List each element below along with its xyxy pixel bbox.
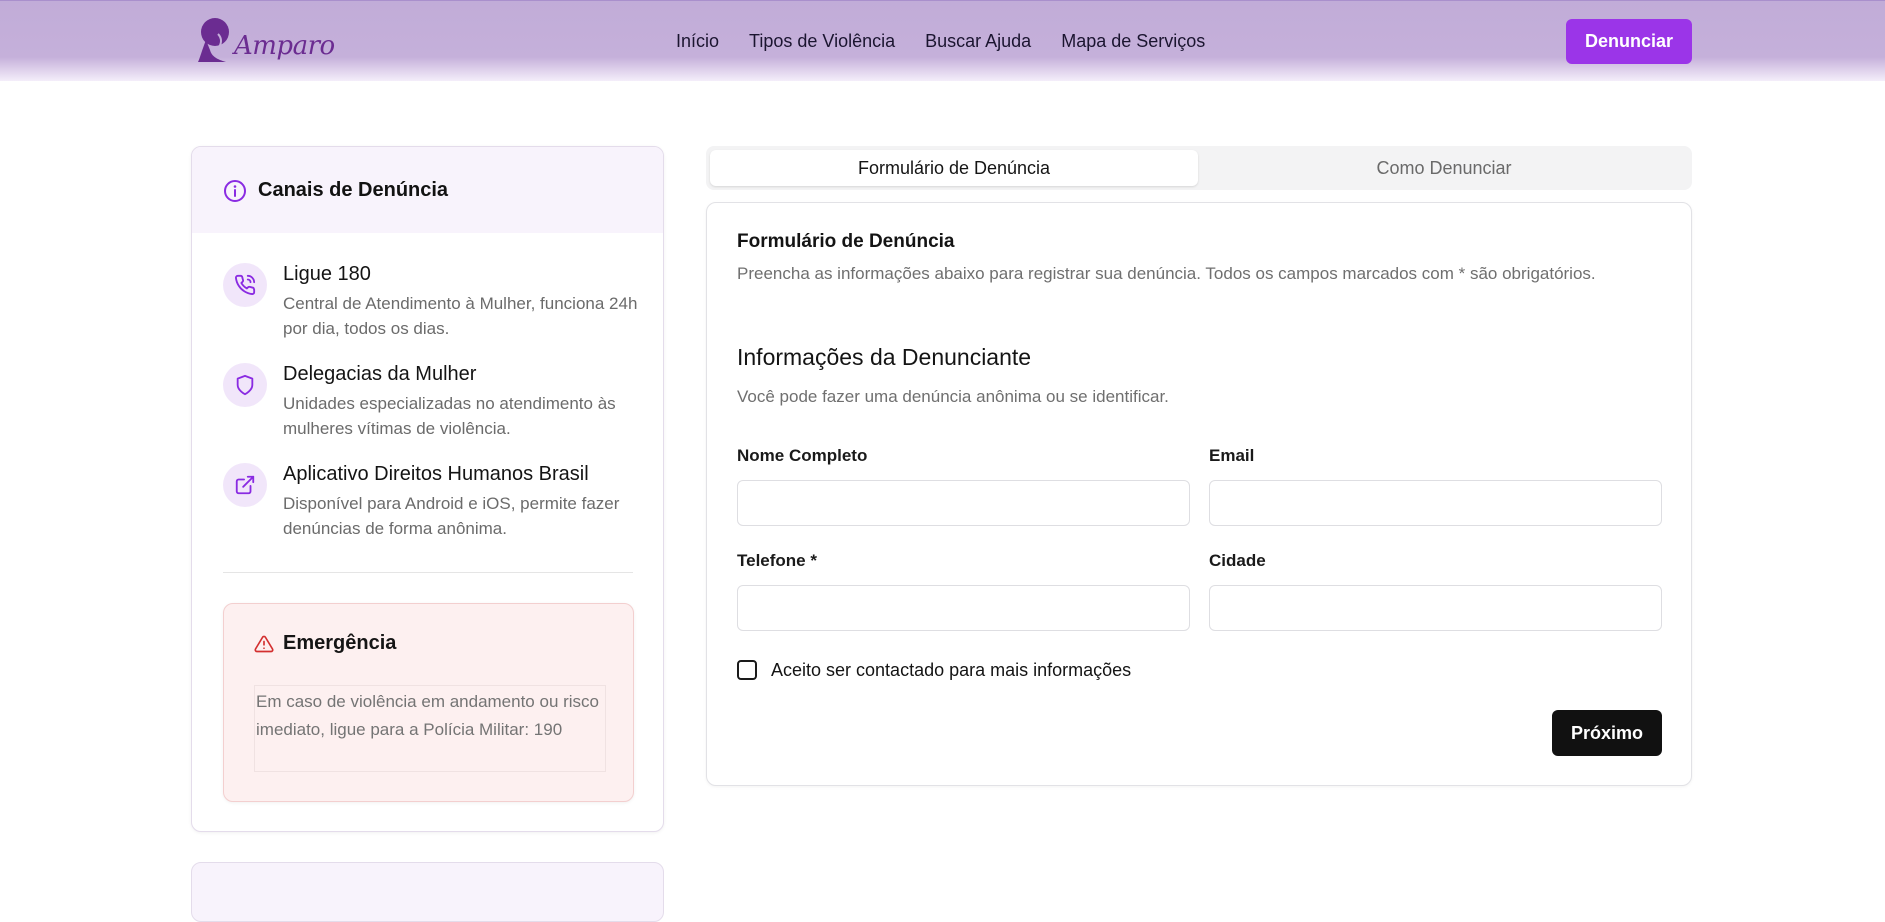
emergency-alert: Emergência Em caso de violência em andam… bbox=[223, 603, 634, 802]
channel-title: Aplicativo Direitos Humanos Brasil bbox=[283, 463, 589, 485]
email-label: Email bbox=[1209, 446, 1255, 465]
tab-list: Formulário de Denúncia Como Denunciar bbox=[706, 146, 1692, 190]
info-icon bbox=[224, 180, 246, 202]
main-nav: Início Tipos de Violência Buscar Ajuda M… bbox=[676, 31, 1205, 52]
section-description: Você pode fazer uma denúncia anônima ou … bbox=[737, 387, 1169, 406]
phone-icon bbox=[223, 263, 267, 307]
form-description: Preencha as informações abaixo para regi… bbox=[737, 264, 1596, 283]
secondary-card bbox=[191, 862, 664, 922]
woman-silhouette-icon bbox=[198, 18, 229, 62]
brand-logo[interactable]: Amparo bbox=[196, 16, 335, 64]
channel-description: Central de Atendimento à Mulher, funcion… bbox=[283, 294, 638, 338]
email-input[interactable] bbox=[1209, 480, 1662, 526]
nome-completo-input[interactable] bbox=[737, 480, 1190, 526]
denunciar-button[interactable]: Denunciar bbox=[1566, 19, 1692, 64]
contact-consent-checkbox[interactable] bbox=[737, 660, 757, 680]
tab-como-denunciar[interactable]: Como Denunciar bbox=[1200, 150, 1688, 186]
channel-description: Unidades especializadas no atendimento à… bbox=[283, 394, 616, 438]
site-header: Amparo Início Tipos de Violência Buscar … bbox=[0, 0, 1885, 81]
nome-completo-label: Nome Completo bbox=[737, 446, 868, 465]
telefone-input[interactable] bbox=[737, 585, 1190, 631]
external-link-icon bbox=[223, 463, 267, 507]
cidade-input[interactable] bbox=[1209, 585, 1662, 631]
contact-consent-label[interactable]: Aceito ser contactado para mais informaç… bbox=[771, 660, 1131, 681]
nav-link-tipos-de-violencia[interactable]: Tipos de Violência bbox=[749, 31, 895, 52]
warning-icon bbox=[254, 635, 274, 653]
channel-item-ligue-180: Ligue 180 Central de Atendimento à Mulhe… bbox=[223, 263, 643, 343]
card-title: Canais de Denúncia bbox=[258, 179, 449, 201]
channel-title: Ligue 180 bbox=[283, 263, 371, 285]
telefone-label: Telefone * bbox=[737, 551, 817, 570]
nav-link-buscar-ajuda[interactable]: Buscar Ajuda bbox=[925, 31, 1031, 52]
cidade-label: Cidade bbox=[1209, 551, 1266, 570]
shield-icon bbox=[223, 363, 267, 407]
report-form-card: Formulário de Denúncia Preencha as infor… bbox=[706, 202, 1692, 786]
channel-description: Disponível para Android e iOS, permite f… bbox=[283, 494, 620, 538]
channel-item-aplicativo: Aplicativo Direitos Humanos Brasil Dispo… bbox=[223, 463, 643, 543]
divider bbox=[223, 572, 633, 573]
emergency-text: Em caso de violência em andamento ou ris… bbox=[254, 685, 606, 772]
nav-link-inicio[interactable]: Início bbox=[676, 31, 719, 52]
emergency-title: Emergência bbox=[283, 632, 397, 654]
channel-item-delegacias: Delegacias da Mulher Unidades especializ… bbox=[223, 363, 643, 443]
section-title: Informações da Denunciante bbox=[737, 344, 1032, 370]
card-header: Canais de Denúncia bbox=[192, 147, 663, 233]
next-button[interactable]: Próximo bbox=[1552, 710, 1662, 756]
form-title: Formulário de Denúncia bbox=[737, 231, 955, 252]
brand-name: Amparo bbox=[234, 31, 335, 61]
tab-formulario-de-denuncia[interactable]: Formulário de Denúncia bbox=[710, 150, 1198, 186]
nav-link-mapa-de-servicos[interactable]: Mapa de Serviços bbox=[1061, 31, 1205, 52]
report-channels-card: Canais de Denúncia Ligue 180 Central de … bbox=[191, 146, 664, 832]
channel-title: Delegacias da Mulher bbox=[283, 363, 477, 385]
